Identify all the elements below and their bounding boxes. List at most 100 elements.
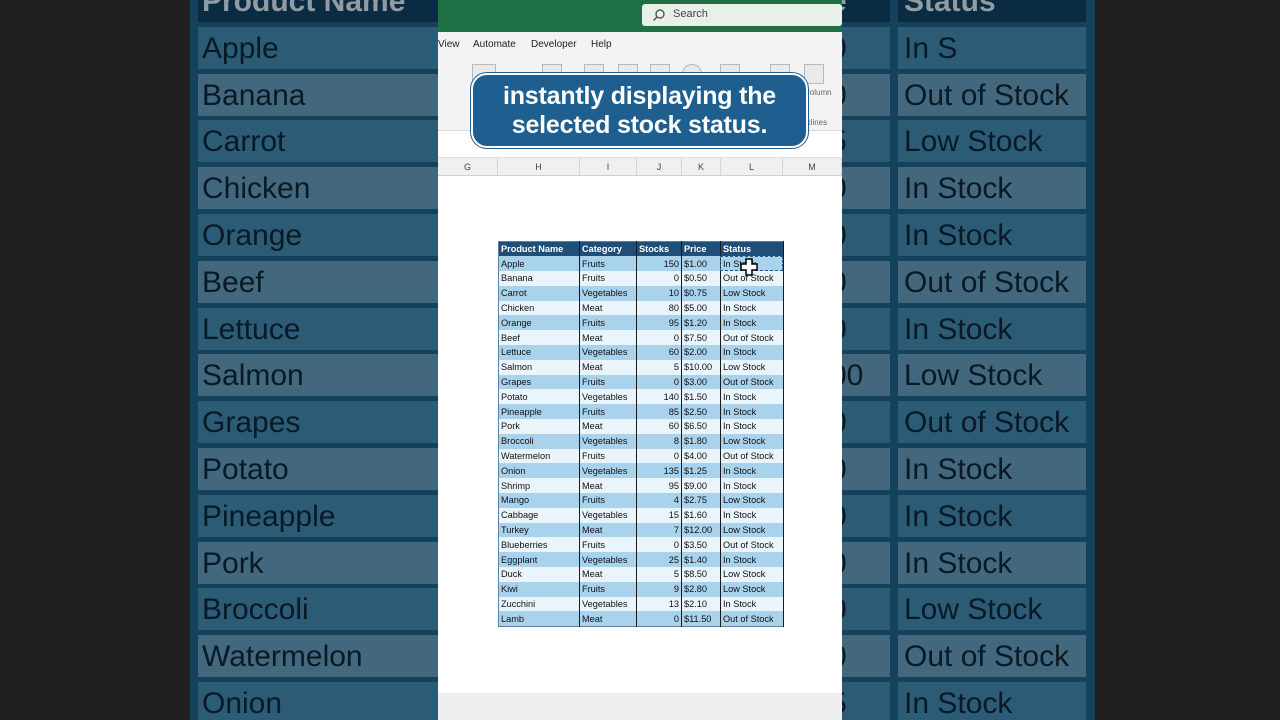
cell-status[interactable]: Low Stock — [720, 359, 784, 375]
menu-developer[interactable]: Developer — [531, 39, 577, 50]
cell-product-name[interactable]: Pineapple — [498, 404, 580, 420]
header-price[interactable]: Price — [681, 241, 721, 257]
cell-category[interactable]: Meat — [579, 300, 637, 316]
cell-price[interactable]: $3.00 — [681, 374, 721, 390]
search-box[interactable]: Search — [642, 4, 842, 26]
cell-category[interactable]: Fruits — [579, 271, 637, 286]
cell-price[interactable]: $0.50 — [681, 271, 721, 286]
cell-product-name[interactable]: Mango — [498, 493, 580, 508]
cell-product-name[interactable]: Apple — [498, 256, 580, 272]
cell-stocks[interactable]: 135 — [636, 463, 682, 479]
cell-category[interactable]: Fruits — [579, 374, 637, 390]
ribbon-sparkline-column-icon[interactable] — [804, 64, 824, 84]
cell-stocks[interactable]: 80 — [636, 300, 682, 316]
cell-price[interactable]: $5.00 — [681, 300, 721, 316]
cell-category[interactable]: Fruits — [579, 493, 637, 508]
cell-stocks[interactable]: 0 — [636, 611, 682, 627]
header-product-name[interactable]: Product Name — [498, 241, 580, 257]
cell-category[interactable]: Meat — [579, 330, 637, 346]
cell-category[interactable]: Vegetables — [579, 433, 637, 449]
column-header-k[interactable]: K — [682, 158, 721, 175]
menu-automate[interactable]: Automate — [473, 39, 516, 50]
cell-product-name[interactable]: Lettuce — [498, 345, 580, 360]
cell-category[interactable]: Vegetables — [579, 552, 637, 568]
cell-price[interactable]: $11.50 — [681, 611, 721, 627]
cell-category[interactable]: Meat — [579, 522, 637, 538]
cell-category[interactable]: Meat — [579, 567, 637, 582]
column-header-m[interactable]: M — [783, 158, 842, 175]
cell-product-name[interactable]: Kiwi — [498, 581, 580, 597]
cell-product-name[interactable]: Blueberries — [498, 537, 580, 553]
cell-stocks[interactable]: 85 — [636, 404, 682, 420]
cell-status[interactable]: In Stock — [720, 404, 784, 420]
cell-price[interactable]: $1.80 — [681, 433, 721, 449]
cell-status[interactable]: In Stock — [720, 345, 784, 360]
cell-price[interactable]: $1.25 — [681, 463, 721, 479]
cell-stocks[interactable]: 15 — [636, 507, 682, 523]
cell-stocks[interactable]: 0 — [636, 374, 682, 390]
cell-category[interactable]: Fruits — [579, 537, 637, 553]
column-header-g[interactable]: G — [438, 158, 498, 175]
header-stocks[interactable]: Stocks — [636, 241, 682, 257]
cell-category[interactable]: Fruits — [579, 448, 637, 464]
cell-status[interactable]: In Stock — [720, 389, 784, 405]
cell-price[interactable]: $2.75 — [681, 493, 721, 508]
cell-stocks[interactable]: 9 — [636, 581, 682, 597]
cell-price[interactable]: $2.00 — [681, 345, 721, 360]
cell-price[interactable]: $9.00 — [681, 478, 721, 494]
cell-product-name[interactable]: Shrimp — [498, 478, 580, 494]
cell-status[interactable]: Low Stock — [720, 493, 784, 508]
cell-category[interactable]: Vegetables — [579, 507, 637, 523]
cell-product-name[interactable]: Beef — [498, 330, 580, 346]
cell-stocks[interactable]: 8 — [636, 433, 682, 449]
cell-status[interactable]: Low Stock — [720, 522, 784, 538]
cell-product-name[interactable]: Onion — [498, 463, 580, 479]
cell-price[interactable]: $3.50 — [681, 537, 721, 553]
cell-category[interactable]: Vegetables — [579, 596, 637, 612]
cell-price[interactable]: $12.00 — [681, 522, 721, 538]
cell-stocks[interactable]: 95 — [636, 478, 682, 494]
cell-product-name[interactable]: Orange — [498, 315, 580, 331]
column-header-h[interactable]: H — [498, 158, 580, 175]
cell-status[interactable]: In Stock — [720, 478, 784, 494]
cell-stocks[interactable]: 7 — [636, 522, 682, 538]
cell-price[interactable]: $4.00 — [681, 448, 721, 464]
cell-price[interactable]: $2.10 — [681, 596, 721, 612]
cell-product-name[interactable]: Salmon — [498, 359, 580, 375]
cell-stocks[interactable]: 13 — [636, 596, 682, 612]
cell-price[interactable]: $8.50 — [681, 567, 721, 582]
cell-price[interactable]: $1.50 — [681, 389, 721, 405]
cell-status[interactable]: Out of Stock — [720, 448, 784, 464]
cell-product-name[interactable]: Turkey — [498, 522, 580, 538]
menu-help[interactable]: Help — [591, 39, 612, 50]
cell-stocks[interactable]: 5 — [636, 567, 682, 582]
cell-product-name[interactable]: Pork — [498, 419, 580, 434]
cell-status[interactable]: In Stock — [720, 507, 784, 523]
cell-category[interactable]: Meat — [579, 478, 637, 494]
cell-stocks[interactable]: 25 — [636, 552, 682, 568]
cell-price[interactable]: $1.20 — [681, 315, 721, 331]
cell-product-name[interactable]: Watermelon — [498, 448, 580, 464]
cell-status[interactable]: In Stock — [720, 315, 784, 331]
cell-category[interactable]: Meat — [579, 419, 637, 434]
cell-price[interactable]: $2.50 — [681, 404, 721, 420]
cell-stocks[interactable]: 5 — [636, 359, 682, 375]
cell-stocks[interactable]: 0 — [636, 537, 682, 553]
cell-stocks[interactable]: 0 — [636, 448, 682, 464]
cell-status[interactable]: Out of Stock — [720, 611, 784, 627]
cell-category[interactable]: Vegetables — [579, 285, 637, 301]
cell-product-name[interactable]: Chicken — [498, 300, 580, 316]
cell-product-name[interactable]: Duck — [498, 567, 580, 582]
cell-product-name[interactable]: Broccoli — [498, 433, 580, 449]
cell-stocks[interactable]: 95 — [636, 315, 682, 331]
cell-stocks[interactable]: 4 — [636, 493, 682, 508]
cell-category[interactable]: Fruits — [579, 581, 637, 597]
cell-status[interactable]: In Stock — [720, 552, 784, 568]
cell-category[interactable]: Meat — [579, 359, 637, 375]
cell-price[interactable]: $10.00 — [681, 359, 721, 375]
cell-price[interactable]: $1.00 — [681, 256, 721, 272]
cell-category[interactable]: Fruits — [579, 315, 637, 331]
cell-stocks[interactable]: 150 — [636, 256, 682, 272]
cell-category[interactable]: Vegetables — [579, 463, 637, 479]
column-header-i[interactable]: I — [580, 158, 637, 175]
